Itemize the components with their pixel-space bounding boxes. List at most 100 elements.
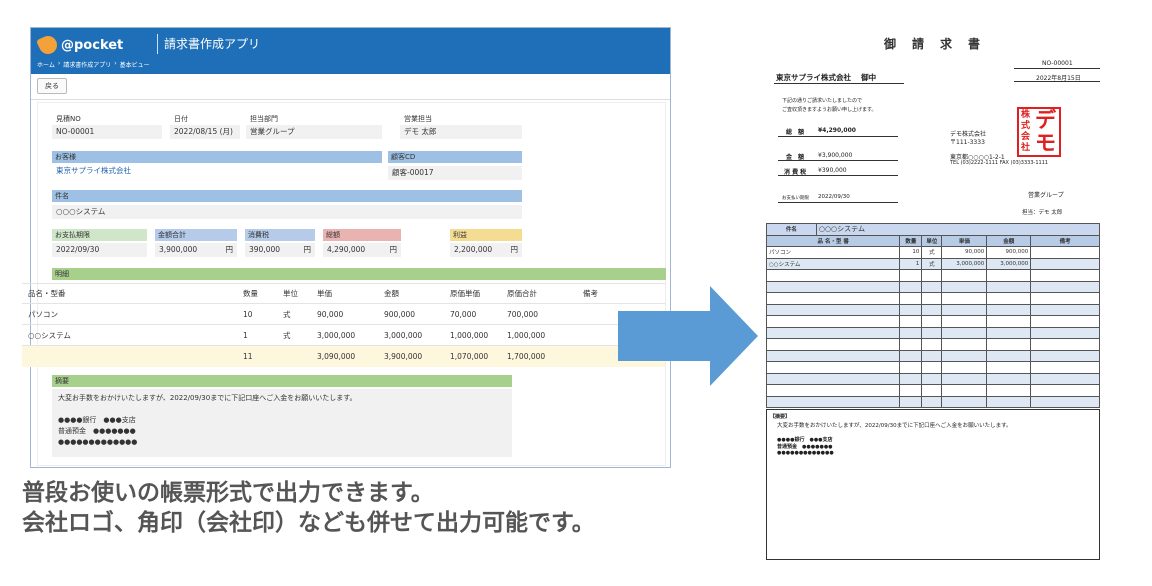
company-seal-stamp: 株 式 会 社 デ モ — [1017, 107, 1061, 157]
table-row — [765, 315, 1100, 328]
cell: 1 — [237, 324, 277, 346]
table-row — [765, 303, 1100, 316]
seal-char: 会 — [1021, 132, 1031, 142]
table-row — [765, 349, 1100, 362]
cell: 3,000,000 — [986, 257, 1032, 270]
cell — [22, 345, 237, 367]
seal-char: デ — [1035, 108, 1056, 132]
cell: 1,000,000 — [444, 324, 501, 346]
bird-logo-icon — [36, 33, 60, 57]
table-row: パソコン 10 式 90,000 900,000 — [765, 246, 1100, 259]
inv-col-item: 品 名・型 番 — [765, 234, 901, 247]
cell: 式 — [921, 246, 943, 259]
cell — [1030, 257, 1100, 270]
table-row — [765, 269, 1100, 282]
invoice-title: 御 請 求 書 — [884, 37, 983, 51]
breadcrumb-view: 基本ビュー — [119, 62, 150, 69]
pocket-logo[interactable]: @pocket — [36, 33, 149, 57]
table-row — [765, 280, 1100, 293]
inv-tax-value: ¥390,000 — [818, 167, 847, 174]
customer-link[interactable]: 東京サプライ株式会社 — [52, 164, 382, 178]
inv-total-label: 総 額 — [786, 129, 805, 136]
inv-subject-label: 件名 — [766, 223, 817, 236]
inv-memo-line: ●●●●銀行 ●●●支店 — [777, 437, 833, 443]
details-table: 品名・型番 数量 単位 単価 金額 原価単価 原価合計 備考 パソコン 10 式… — [22, 283, 665, 367]
tax-label: 消費税 — [245, 229, 315, 241]
table-row — [765, 338, 1100, 351]
cell: 3,090,000 — [311, 345, 378, 367]
col-cost-price: 原価単価 — [444, 283, 501, 304]
app-title: 請求書作成アプリ — [157, 34, 260, 54]
col-unit: 単位 — [277, 283, 311, 304]
divider — [778, 175, 898, 176]
grand-total-label: 総額 — [323, 229, 401, 241]
cell: 10 — [237, 303, 277, 325]
cell: 11 — [237, 345, 277, 367]
col-qty: 数量 — [237, 283, 277, 304]
memo-box: 大変お手数をおかけいたしますが、2022/09/30までに下記口座へご入金をお願… — [52, 389, 512, 457]
table-row — [765, 372, 1100, 385]
divider — [1014, 68, 1100, 69]
amount-total-label: 金額合計 — [155, 229, 237, 241]
due-date-value: 2022/09/30 — [52, 243, 147, 257]
breadcrumb: ホーム › 請求書作成アプリ › 基本ビュー — [37, 60, 150, 70]
table-row — [765, 292, 1100, 305]
date-label: 日付 — [174, 115, 188, 123]
table-row: ○○システム 1 式 3,000,000 3,000,000 — [765, 257, 1100, 270]
toolbar-divider — [31, 99, 670, 100]
company-line: 〒111-3333 — [950, 139, 985, 146]
invoice-memo-box: 【摘要】 大変お手数をおかけいたしますが、2022/09/30までに下記口座へご… — [766, 409, 1100, 560]
table-row — [765, 361, 1100, 374]
inv-memo-line: 大変お手数をおかけいたしますが、2022/09/30までに下記口座へご入金をお願… — [777, 423, 1012, 429]
back-button[interactable]: 戻る — [37, 78, 67, 94]
cell: 3,000,000 — [941, 257, 988, 270]
breadcrumb-home[interactable]: ホーム — [37, 60, 55, 70]
date-value: 2022/08/15 (月) — [170, 125, 240, 139]
inv-amount-value: ¥3,900,000 — [818, 152, 853, 159]
profit-value: 2,200,000 円 — [450, 243, 522, 257]
breadcrumb-app[interactable]: 請求書作成アプリ — [63, 60, 111, 70]
sales-rep-label: 営業担当 — [404, 115, 432, 123]
memo-line: ●●●●●●●●●●●●● — [58, 438, 138, 446]
memo-line: 普通預金 ●●●●●●● — [58, 427, 136, 435]
right-arrow-icon — [618, 286, 758, 386]
invoice-document: 御 請 求 書 NO-00001 2022年8月15日 東京サプライ株式会社 御… — [764, 27, 1104, 560]
memo-line — [58, 404, 506, 415]
cell: 700,000 — [501, 303, 577, 325]
inv-col-unit: 単位 — [921, 234, 943, 247]
details-header-row: 品名・型番 数量 単位 単価 金額 原価単価 原価合計 備考 — [22, 283, 665, 304]
logo-text: @pocket — [61, 37, 124, 53]
cell — [277, 345, 311, 367]
breadcrumb-separator: › — [114, 60, 117, 67]
cell: 1,070,000 — [444, 345, 501, 367]
table-row: パソコン 10 式 90,000 900,000 70,000 700,000 — [22, 303, 665, 325]
sales-rep-value: デモ 太郎 — [400, 125, 522, 139]
customer-cd-label: 顧客CD — [388, 151, 522, 163]
col-amount: 金額 — [378, 283, 444, 304]
amount-total-value: 3,900,000 円 — [155, 243, 237, 257]
cell: 900,000 — [986, 246, 1032, 259]
inv-group: 営業グループ — [1028, 192, 1064, 199]
inv-col-price: 単価 — [941, 234, 988, 247]
inv-memo-line: 普通預金 ●●●●●●● — [777, 444, 833, 450]
department-value: 営業グループ — [246, 125, 382, 139]
cell: ○○システム — [765, 257, 901, 270]
grand-total-value: 4,290,000 円 — [323, 243, 401, 257]
table-row — [765, 326, 1100, 339]
memo-line: ●●●●銀行 ●●●支店 — [58, 416, 136, 424]
inv-rep: 担当：デモ 太郎 — [1022, 210, 1063, 216]
cell: 90,000 — [311, 303, 378, 325]
divider — [778, 202, 898, 203]
cell: 1 — [899, 257, 923, 270]
intro-line: 下記の通りご請求いたしましたので — [782, 98, 863, 104]
divider — [778, 160, 898, 161]
cell: ○○システム — [22, 324, 237, 346]
inv-subject-value: ○○○システム — [815, 223, 1101, 236]
table-row — [765, 395, 1100, 408]
inv-subject-row: 件名 ○○○システム — [766, 223, 1101, 236]
memo-label: 摘要 — [52, 375, 512, 387]
caption: 普段お使いの帳票形式で出力できます。 会社ロゴ、角印（会社印）なども併せて出力可… — [22, 478, 782, 538]
due-date-label: お支払期限 — [52, 229, 147, 241]
seal-char: 株 — [1021, 110, 1031, 120]
cell — [1030, 246, 1100, 259]
